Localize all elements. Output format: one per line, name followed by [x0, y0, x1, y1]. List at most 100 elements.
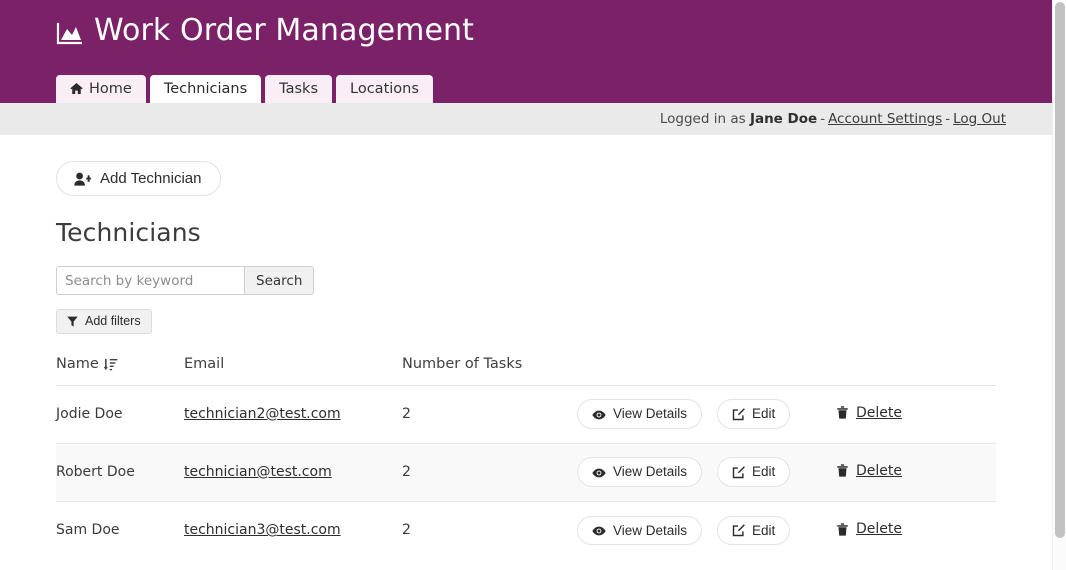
- user-plus-icon: [74, 172, 91, 186]
- table-head: Name Email Number of Tasks: [56, 355, 996, 386]
- cell-name: Jodie Doe: [56, 385, 184, 444]
- home-icon: [70, 82, 83, 95]
- table-row: Jodie Doe technician2@test.com 2 View De…: [56, 385, 996, 444]
- cell-edit-action: Edit: [717, 385, 837, 444]
- cell-delete-action: Delete: [837, 501, 996, 559]
- add-technician-label: Add Technician: [100, 170, 202, 187]
- userbar-separator-2: -: [945, 111, 951, 127]
- table-header-row: Name Email Number of Tasks: [56, 355, 996, 386]
- view-details-button[interactable]: View Details: [577, 515, 703, 545]
- main-nav: Home Technicians Tasks Locations: [56, 75, 433, 103]
- column-header-email-label: Email: [184, 355, 225, 372]
- technicians-table: Name Email Number of Tasks Jodie Doe tec…: [56, 355, 996, 560]
- delete-link[interactable]: Delete: [837, 463, 902, 479]
- column-header-name-label: Name: [56, 355, 99, 372]
- edit-label: Edit: [752, 464, 776, 480]
- search-button[interactable]: Search: [244, 266, 315, 295]
- eye-icon: [592, 467, 606, 478]
- column-header-delete: [837, 355, 996, 386]
- cell-view-action: View Details: [577, 443, 717, 502]
- edit-label: Edit: [752, 522, 776, 538]
- cell-name: Sam Doe: [56, 522, 120, 539]
- edit-label: Edit: [752, 406, 776, 422]
- delete-label: Delete: [856, 462, 902, 479]
- pencil-square-icon: [732, 407, 745, 421]
- user-session-bar: Logged in as Jane Doe - Account Settings…: [0, 103, 1052, 135]
- cell-task-count: 2: [402, 443, 577, 502]
- edit-button[interactable]: Edit: [717, 515, 791, 545]
- scrollbar-thumb[interactable]: [1055, 2, 1065, 538]
- cell-email: technician@test.com: [184, 443, 402, 502]
- trash-icon: [837, 406, 848, 419]
- add-technician-button[interactable]: Add Technician: [56, 161, 222, 196]
- column-header-name[interactable]: Name: [56, 355, 184, 386]
- tab-locations[interactable]: Locations: [336, 75, 433, 103]
- cell-view-action: View Details: [577, 385, 717, 444]
- page-title: Technicians: [56, 218, 201, 247]
- funnel-icon: [67, 316, 78, 327]
- delete-label: Delete: [856, 521, 902, 537]
- column-header-email[interactable]: Email: [184, 355, 402, 386]
- main-content: Add Technician Technicians Search Add fi…: [0, 135, 1052, 559]
- eye-icon: [592, 409, 606, 420]
- column-header-edit: [717, 355, 837, 386]
- view-details-label: View Details: [613, 464, 688, 480]
- tab-home-label: Home: [89, 81, 132, 98]
- cell-delete-action: Delete: [837, 443, 996, 502]
- view-details-button[interactable]: View Details: [577, 457, 703, 487]
- email-link[interactable]: technician2@test.com: [184, 406, 341, 422]
- userbar-separator-1: -: [820, 111, 826, 127]
- email-link[interactable]: technician@test.com: [184, 464, 332, 480]
- column-header-view: [577, 355, 717, 386]
- tab-locations-label: Locations: [350, 81, 419, 98]
- tab-tasks-label: Tasks: [279, 81, 319, 98]
- pencil-square-icon: [732, 524, 745, 537]
- cell-email: technician2@test.com: [184, 385, 402, 444]
- logged-in-user-name: Jane Doe: [749, 111, 818, 127]
- tab-home[interactable]: Home: [56, 75, 146, 103]
- cell-view-action: View Details: [577, 501, 717, 559]
- view-details-button[interactable]: View Details: [577, 399, 703, 429]
- eye-icon: [592, 525, 606, 536]
- page-container: Work Order Management Home Technicians T…: [0, 0, 1052, 559]
- view-details-label: View Details: [613, 406, 688, 422]
- cell-edit-action: Edit: [717, 501, 837, 559]
- cell-delete-action: Delete: [837, 385, 996, 444]
- app-window: Work Order Management Home Technicians T…: [0, 0, 1066, 570]
- search-bar: Search: [56, 266, 315, 295]
- add-filters-button[interactable]: Add filters: [56, 309, 152, 334]
- table-row: Sam Doe technician3@test.com 2 View Deta…: [56, 501, 996, 559]
- masthead: Work Order Management Home Technicians T…: [0, 0, 1052, 103]
- app-title: Work Order Management: [94, 13, 475, 48]
- brand: Work Order Management: [56, 16, 474, 46]
- cell-email: technician3@test.com: [184, 501, 402, 559]
- area-chart-icon: [56, 21, 83, 47]
- column-header-tasks-label: Number of Tasks: [402, 355, 523, 372]
- add-filters-label: Add filters: [85, 314, 141, 328]
- vertical-scrollbar[interactable]: [1052, 0, 1066, 570]
- cell-name: Robert Doe: [56, 443, 184, 502]
- delete-link[interactable]: Delete: [837, 405, 902, 421]
- logged-in-prefix: Logged in as: [659, 111, 746, 127]
- delete-link[interactable]: Delete: [837, 521, 902, 537]
- sort-amount-down-icon[interactable]: [103, 358, 118, 371]
- delete-label: Delete: [856, 404, 902, 421]
- table-row: Robert Doe technician@test.com 2 View De…: [56, 443, 996, 502]
- trash-icon: [837, 522, 848, 536]
- tab-technicians-label: Technicians: [163, 81, 248, 98]
- cell-edit-action: Edit: [717, 443, 837, 502]
- email-link[interactable]: technician3@test.com: [184, 522, 341, 538]
- edit-button[interactable]: Edit: [717, 457, 791, 487]
- table-body: Jodie Doe technician2@test.com 2 View De…: [56, 385, 996, 559]
- account-settings-link[interactable]: Account Settings: [828, 111, 942, 127]
- search-input[interactable]: [56, 266, 244, 295]
- cell-task-count: 2: [402, 385, 577, 444]
- log-out-link[interactable]: Log Out: [953, 111, 1006, 127]
- tab-tasks[interactable]: Tasks: [265, 75, 333, 103]
- pencil-square-icon: [732, 465, 745, 479]
- edit-button[interactable]: Edit: [717, 399, 791, 429]
- view-details-label: View Details: [613, 522, 688, 538]
- column-header-tasks[interactable]: Number of Tasks: [402, 355, 577, 386]
- trash-icon: [837, 464, 848, 477]
- tab-technicians[interactable]: Technicians: [149, 75, 262, 103]
